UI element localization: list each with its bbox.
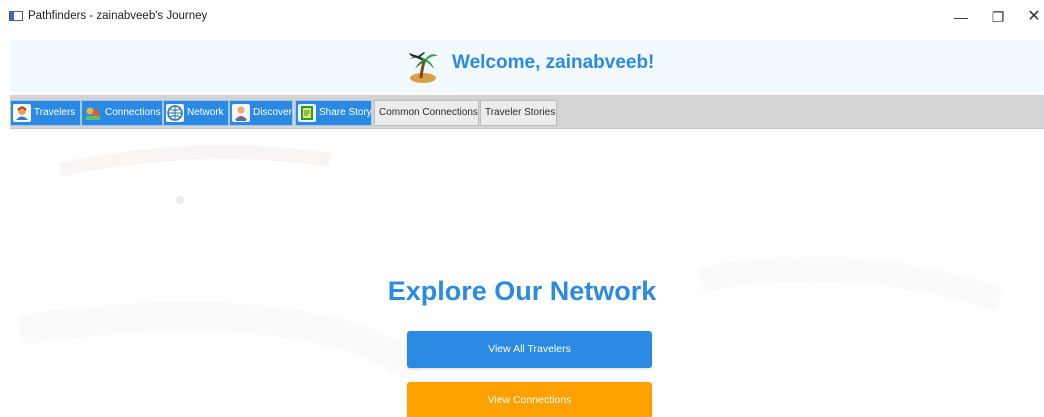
title-bar: Pathfinders - zainabveeb's Journey — ❐ ✕ <box>0 0 1044 34</box>
tab-common-connections[interactable]: Common Connections <box>374 100 479 126</box>
maximize-button[interactable]: ❐ <box>983 6 1013 28</box>
tab-network[interactable]: Network <box>163 100 229 126</box>
connections-icon <box>84 104 102 122</box>
tab-travelers-label: Travelers <box>34 107 76 118</box>
tab-traveler-stories[interactable]: Traveler Stories <box>480 100 557 126</box>
welcome-header: Welcome, zainabveeb! <box>10 40 1044 92</box>
travelers-icon <box>13 104 31 122</box>
welcome-message: Welcome, zainabveeb! <box>452 52 655 73</box>
tab-share-story-label: Share Story <box>319 107 372 118</box>
tab-common-connections-label: Common Connections <box>379 107 478 118</box>
app-window: Pathfinders - zainabveeb's Journey — ❐ ✕… <box>0 0 1044 417</box>
network-icon <box>166 104 184 122</box>
tab-connections[interactable]: Connections <box>81 100 163 126</box>
tab-traveler-stories-label: Traveler Stories <box>485 107 556 118</box>
tab-share-story[interactable]: Share Story <box>295 100 372 126</box>
tab-bar: Travelers Connections Network Discover S… <box>10 95 1044 129</box>
page-title: Explore Our Network <box>387 276 657 306</box>
discover-icon <box>232 104 250 122</box>
view-all-travelers-button[interactable]: View All Travelers <box>407 331 652 368</box>
tab-connections-label: Connections <box>105 107 161 118</box>
tab-travelers[interactable]: Travelers <box>10 100 81 126</box>
tab-network-label: Network <box>187 107 224 118</box>
tab-discover[interactable]: Discover <box>229 100 293 126</box>
share-story-icon <box>298 104 316 122</box>
minimize-button[interactable]: — <box>946 6 976 28</box>
view-connections-button[interactable]: View Connections <box>407 382 652 417</box>
tab-discover-label: Discover <box>253 107 292 118</box>
background-decoration <box>17 145 1004 383</box>
palm-tree-airplane-icon <box>409 52 438 83</box>
window-title: Pathfinders - zainabveeb's Journey <box>28 10 208 22</box>
app-window-icon <box>9 11 23 21</box>
close-button[interactable]: ✕ <box>1019 6 1044 28</box>
